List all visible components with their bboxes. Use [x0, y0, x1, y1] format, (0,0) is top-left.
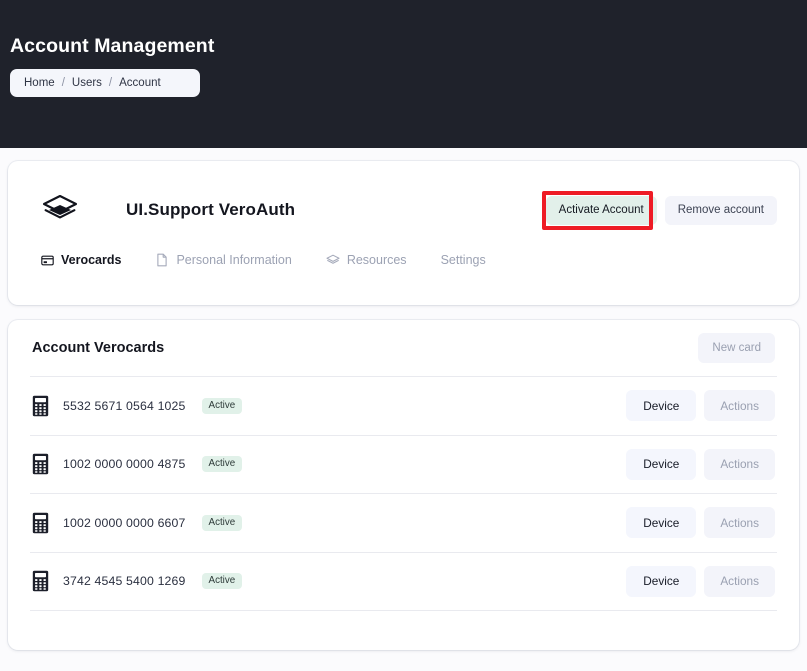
card-row-actions: Device Actions	[626, 390, 775, 421]
credit-card-icon	[40, 253, 54, 267]
card-number: 1002 0000 0000 4875	[63, 457, 186, 471]
account-verocards-card: Account Verocards New card	[8, 320, 799, 650]
breadcrumb: Home / Users / Account	[10, 69, 200, 97]
tab-label: Verocards	[61, 253, 121, 267]
tab-personal-information[interactable]: Personal Information	[155, 247, 291, 273]
table-row[interactable]: 5532 5671 0564 1025 Active Device Action…	[30, 376, 777, 435]
breadcrumb-item-account: Account	[119, 77, 161, 89]
status-badge: Active	[202, 515, 243, 531]
breadcrumb-separator: /	[62, 77, 65, 89]
tab-label: Resources	[347, 253, 407, 267]
calculator-device-icon	[32, 453, 49, 475]
table-row[interactable]: 3742 4545 5400 1269 Active Device Action…	[30, 552, 777, 611]
device-button[interactable]: Device	[626, 390, 696, 421]
list-bottom-divider	[30, 610, 777, 611]
card-row-info: 3742 4545 5400 1269 Active	[32, 570, 242, 592]
tab-settings[interactable]: Settings	[441, 247, 486, 273]
verocards-header: Account Verocards New card	[30, 320, 777, 376]
device-button[interactable]: Device	[626, 566, 696, 597]
card-row-info: 5532 5671 0564 1025 Active	[32, 395, 242, 417]
account-header-row: UI.Support VeroAuth Activate Account Rem…	[30, 179, 777, 241]
calculator-device-icon	[32, 570, 49, 592]
verocards-title: Account Verocards	[32, 340, 164, 356]
actions-button[interactable]: Actions	[704, 390, 775, 421]
page-title: Account Management	[10, 0, 807, 58]
status-badge: Active	[202, 456, 243, 472]
table-row[interactable]: 1002 0000 0000 4875 Active Device Action…	[30, 435, 777, 494]
status-badge: Active	[202, 573, 243, 589]
remove-account-button[interactable]: Remove account	[665, 196, 777, 225]
card-row-actions: Device Actions	[626, 507, 775, 538]
card-row-info: 1002 0000 0000 4875 Active	[32, 453, 242, 475]
account-tabs: Verocards Personal Information	[30, 247, 777, 273]
device-button[interactable]: Device	[626, 507, 696, 538]
card-number: 1002 0000 0000 6607	[63, 516, 186, 530]
tab-label: Personal Information	[176, 253, 291, 267]
document-icon	[155, 253, 169, 267]
card-number: 5532 5671 0564 1025	[63, 399, 186, 413]
breadcrumb-separator: /	[109, 77, 112, 89]
table-row[interactable]: 1002 0000 0000 6607 Active Device Action…	[30, 493, 777, 552]
tab-label: Settings	[441, 253, 486, 267]
page-header: Account Management Home / Users / Accoun…	[0, 0, 807, 148]
new-card-button[interactable]: New card	[698, 333, 775, 363]
breadcrumb-item-home[interactable]: Home	[24, 77, 55, 89]
card-number: 3742 4545 5400 1269	[63, 574, 186, 588]
layers-icon	[38, 190, 82, 230]
status-badge: Active	[202, 398, 243, 414]
account-summary-card: UI.Support VeroAuth Activate Account Rem…	[8, 161, 799, 305]
calculator-device-icon	[32, 512, 49, 534]
actions-button[interactable]: Actions	[704, 449, 775, 480]
account-actions: Activate Account Remove account	[546, 196, 777, 225]
tab-resources[interactable]: Resources	[326, 247, 407, 273]
layers-small-icon	[326, 253, 340, 267]
actions-button[interactable]: Actions	[704, 566, 775, 597]
activate-account-button[interactable]: Activate Account	[546, 196, 657, 225]
card-row-actions: Device Actions	[626, 566, 775, 597]
tab-verocards[interactable]: Verocards	[40, 247, 121, 273]
actions-button[interactable]: Actions	[704, 507, 775, 538]
calculator-device-icon	[32, 395, 49, 417]
account-name: UI.Support VeroAuth	[126, 200, 295, 220]
main-content: UI.Support VeroAuth Activate Account Rem…	[0, 148, 807, 650]
card-row-info: 1002 0000 0000 6607 Active	[32, 512, 242, 534]
breadcrumb-item-users[interactable]: Users	[72, 77, 102, 89]
device-button[interactable]: Device	[626, 449, 696, 480]
card-row-actions: Device Actions	[626, 449, 775, 480]
